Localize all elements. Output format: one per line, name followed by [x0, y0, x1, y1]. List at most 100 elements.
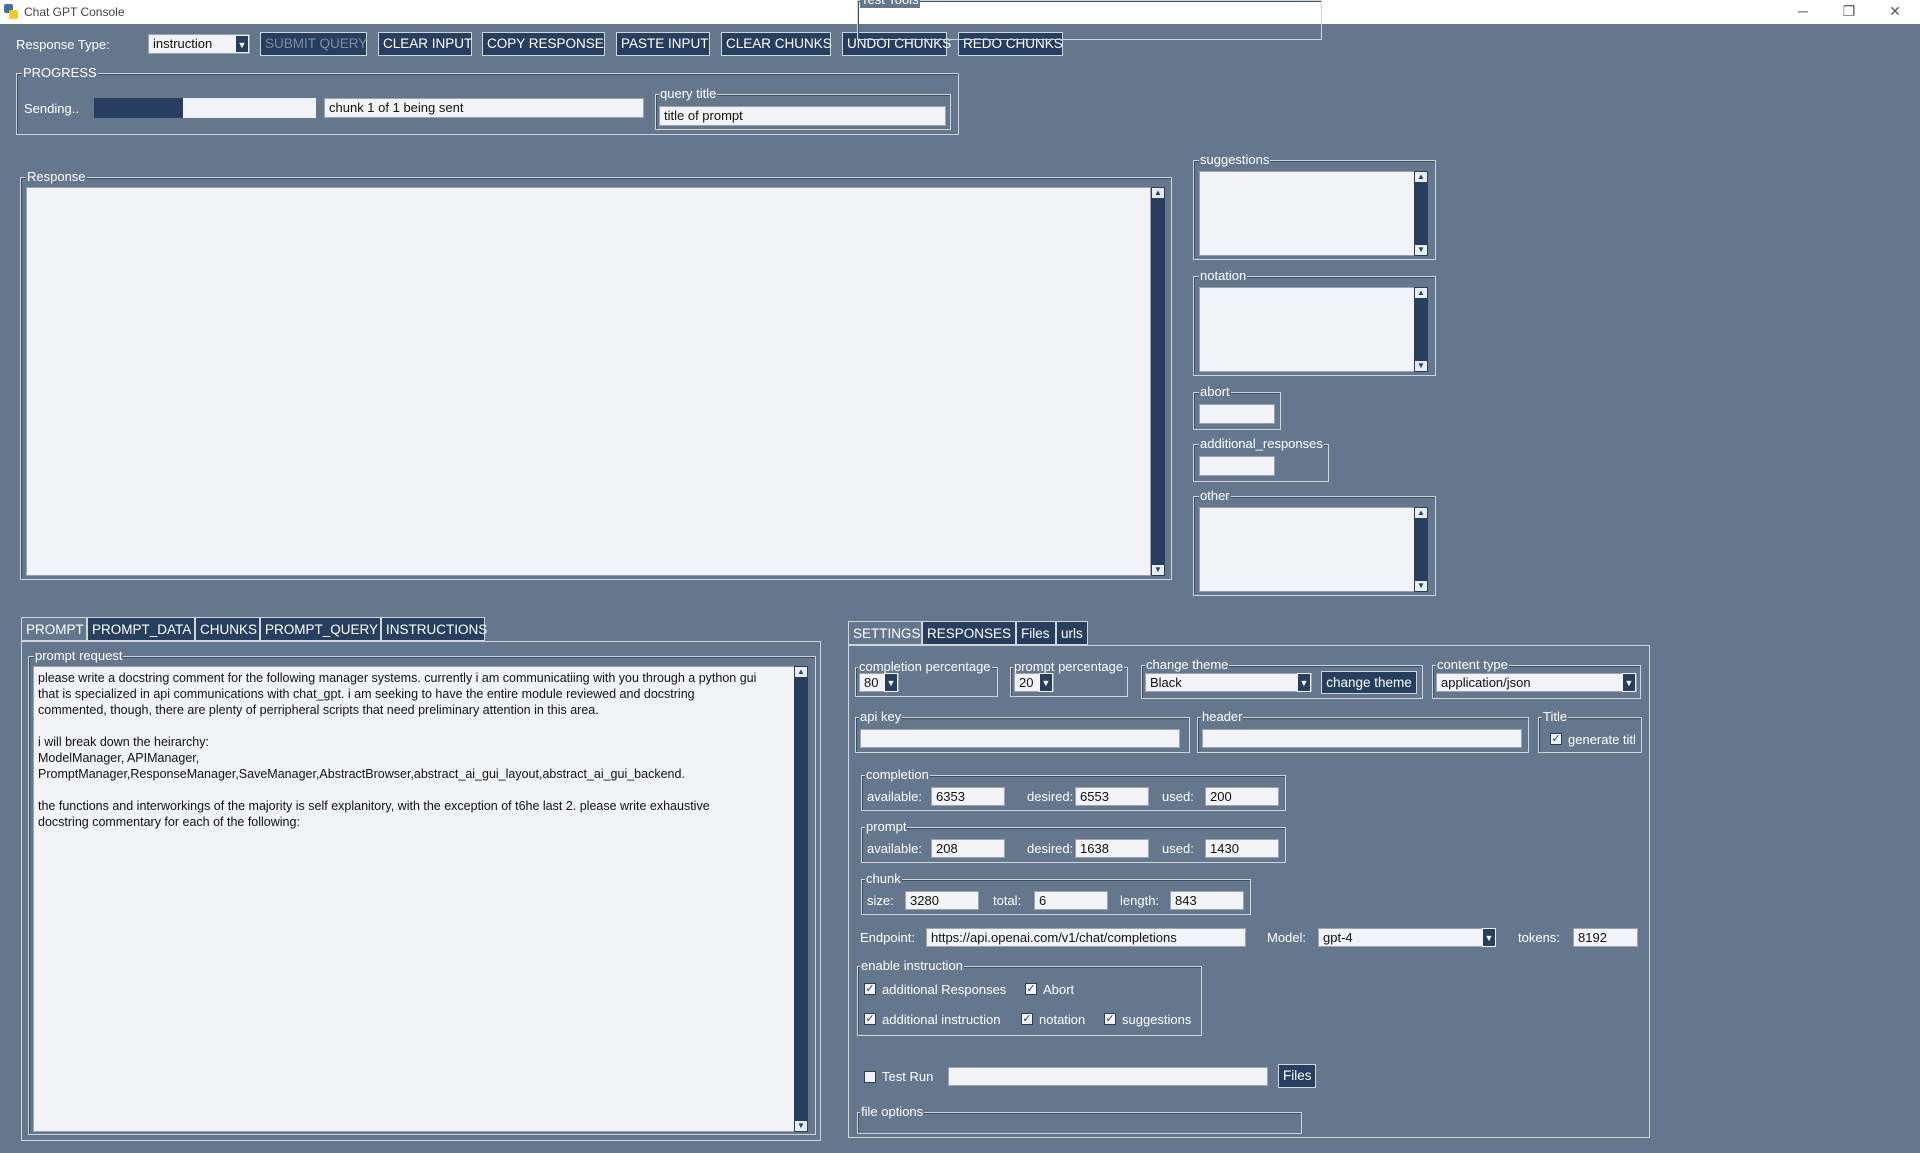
chevron-down-icon[interactable]: ▼ [1482, 928, 1496, 947]
tab-settings[interactable]: SETTINGS [848, 621, 922, 645]
notation-legend: notation [1199, 268, 1248, 284]
paste-input-button[interactable]: PASTE INPUT [616, 32, 710, 56]
tokens-field[interactable]: 8192 [1573, 928, 1638, 947]
chevron-down-icon[interactable]: ▼ [235, 35, 249, 53]
abort-checkbox[interactable]: ✓ [1025, 983, 1037, 995]
prompt-desired-field[interactable]: 1638 [1075, 839, 1149, 858]
additional-instruction-label: additional instruction [882, 1012, 1001, 1027]
notation-checkbox[interactable]: ✓ [1021, 1013, 1033, 1025]
prompt-available-field[interactable]: 208 [931, 839, 1005, 858]
tab-prompt-query[interactable]: PROMPT_QUERY [260, 617, 381, 641]
prompt-used-field[interactable]: 1430 [1205, 839, 1279, 858]
files-button[interactable]: Files [1278, 1064, 1316, 1088]
tab-prompt-data[interactable]: PROMPT_DATA [87, 617, 195, 641]
content-type-select[interactable]: application/json [1436, 673, 1637, 692]
clear-chunks-button[interactable]: CLEAR CHUNKS [721, 32, 832, 56]
test-path-input[interactable] [948, 1067, 1268, 1086]
completion-used-field[interactable]: 200 [1205, 787, 1279, 806]
theme-select[interactable]: Black [1145, 673, 1312, 692]
chunk-size-field[interactable]: 3280 [905, 891, 979, 910]
clear-input-button[interactable]: CLEAR INPUT [378, 32, 472, 56]
additional-instruction-checkbox[interactable]: ✓ [864, 1013, 876, 1025]
query-title-input[interactable]: title of prompt [659, 106, 946, 126]
change-theme-legend: change theme [1145, 657, 1230, 673]
completion-used-label: used: [1162, 789, 1194, 804]
chevron-down-icon[interactable]: ▼ [1297, 673, 1311, 692]
completion-desired-label: desired: [1027, 789, 1074, 804]
chunk-legend: chunk [865, 871, 902, 887]
prompt-line [38, 782, 790, 798]
tab-instructions[interactable]: INSTRUCTIONS [381, 617, 487, 641]
tab-chunks[interactable]: CHUNKS [195, 617, 260, 641]
endpoint-label: Endpoint: [860, 930, 915, 945]
api-key-input[interactable] [860, 729, 1180, 748]
generate-title-checkbox[interactable]: ✓ [1550, 733, 1562, 745]
other-textarea[interactable] [1199, 507, 1415, 592]
endpoint-input[interactable]: https://api.openai.com/v1/chat/completio… [926, 928, 1246, 947]
header-input[interactable] [1202, 729, 1522, 748]
notation-scrollbar[interactable]: ▲ ▼ [1414, 287, 1428, 372]
suggestions-textarea[interactable] [1199, 171, 1415, 256]
tab-urls[interactable]: urls [1056, 621, 1088, 645]
prompt-available-label: available: [867, 841, 922, 856]
progress-legend: PROGRESS [22, 65, 98, 81]
chunk-status-field: chunk 1 of 1 being sent [324, 98, 644, 118]
chunk-length-field[interactable]: 843 [1170, 891, 1244, 910]
completion-desired-value: 6553 [1080, 789, 1109, 804]
response-type-label: Response Type: [16, 37, 110, 52]
suggestions-checkbox[interactable]: ✓ [1104, 1013, 1116, 1025]
submit-query-button[interactable]: SUBMIT QUERY [260, 32, 367, 56]
change-theme-button[interactable]: change theme [1321, 671, 1417, 694]
theme-value: Black [1150, 675, 1182, 690]
python-logo-icon [4, 4, 18, 19]
chunk-status-text: chunk 1 of 1 being sent [329, 100, 464, 115]
api-key-legend: api key [859, 709, 903, 725]
additional-responses-checkbox[interactable]: ✓ [864, 983, 876, 995]
notation-label: notation [1039, 1012, 1086, 1027]
file-options-group: file options [857, 1104, 1302, 1134]
prompt-used-label: used: [1162, 841, 1194, 856]
prompt-scrollbar[interactable]: ▲ ▼ [794, 666, 808, 1132]
tab-files[interactable]: Files [1016, 621, 1056, 645]
close-button[interactable]: ✕ [1872, 1, 1918, 23]
suggestions-scrollbar[interactable]: ▲ ▼ [1414, 171, 1428, 256]
chunk-total-field[interactable]: 6 [1034, 891, 1108, 910]
prompt-line: the functions and interworkings of the m… [38, 799, 710, 813]
minimize-button[interactable]: ─ [1780, 1, 1826, 23]
chevron-down-icon[interactable]: ▼ [1622, 673, 1636, 692]
completion-available-field[interactable]: 6353 [931, 787, 1005, 806]
response-legend: Response [26, 169, 87, 185]
abort-input[interactable] [1199, 404, 1275, 424]
response-scrollbar[interactable]: ▲ ▼ [1151, 187, 1165, 576]
chunk-size-label: size: [867, 893, 894, 908]
file-options-legend: file options [860, 1104, 925, 1120]
model-select[interactable]: gpt-4 [1318, 928, 1496, 947]
tokens-label: tokens: [1518, 930, 1560, 945]
query-title-value: title of prompt [664, 108, 743, 123]
tab-prompt[interactable]: PROMPT [21, 617, 87, 641]
prompt-available-value: 208 [936, 841, 958, 856]
content-type-legend: content type [1436, 657, 1509, 673]
completion-desired-field[interactable]: 6553 [1075, 787, 1149, 806]
progress-bar-fill [94, 98, 183, 118]
prompt-tokens-legend: prompt [865, 819, 908, 835]
additional-responses-input[interactable] [1199, 456, 1275, 476]
chevron-down-icon[interactable]: ▼ [1039, 673, 1053, 692]
maximize-button[interactable]: ❐ [1826, 1, 1872, 23]
tab-responses[interactable]: RESPONSES [922, 621, 1016, 645]
enable-instruction-legend: enable instruction [860, 958, 964, 974]
response-textarea[interactable] [26, 187, 1151, 576]
chevron-down-icon[interactable]: ▼ [884, 673, 898, 692]
prompt-request-textarea[interactable]: please write a docstring comment for the… [33, 666, 795, 1132]
additional-responses-label: additional Responses [882, 982, 1007, 997]
copy-response-button[interactable]: COPY RESPONSE [482, 32, 605, 56]
chunk-length-value: 843 [1175, 893, 1197, 908]
response-type-value: instruction [153, 36, 213, 51]
prompt-line [38, 718, 790, 734]
progress-status: Sending.. [24, 101, 79, 116]
model-value: gpt-4 [1323, 930, 1353, 945]
notation-textarea[interactable] [1199, 287, 1415, 372]
test-run-checkbox[interactable] [864, 1071, 876, 1083]
other-scrollbar[interactable]: ▲ ▼ [1414, 507, 1428, 592]
prompt-line: commented, though, there are plenty of p… [38, 703, 599, 717]
